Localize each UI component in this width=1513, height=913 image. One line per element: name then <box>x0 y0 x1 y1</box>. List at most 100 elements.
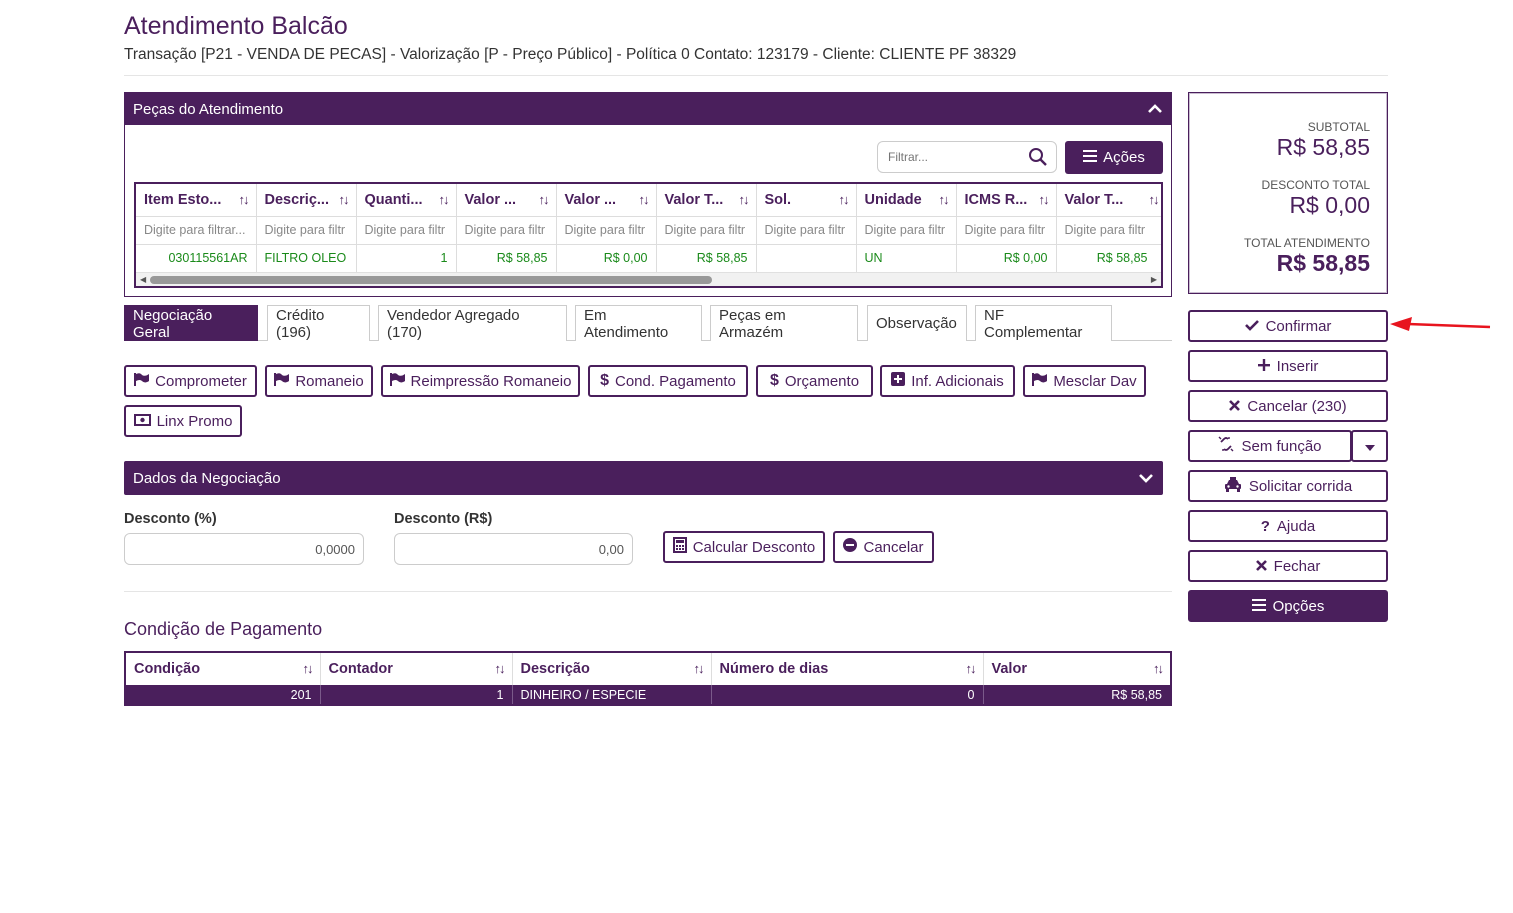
dados-negociacao-header[interactable]: Dados da Negociação <box>124 461 1163 495</box>
flag-icon <box>1032 372 1048 390</box>
chevron-down-icon[interactable] <box>1138 470 1154 486</box>
table-cell: R$ 58,85 <box>983 685 1170 704</box>
reimpressao-romaneio-button[interactable]: Reimpressão Romaneio <box>381 365 580 397</box>
sem-funcao-button[interactable]: Sem função <box>1188 430 1352 462</box>
orcamento-button[interactable]: $ Orçamento <box>756 365 873 397</box>
fechar-button[interactable]: Fechar <box>1188 550 1388 582</box>
column-filter-input[interactable]: Digite para filtr <box>656 216 757 245</box>
cancelar-desconto-button[interactable]: Cancelar <box>833 531 934 563</box>
plus-icon <box>1257 358 1270 375</box>
column-header[interactable]: Descriç... ↑↓ <box>256 184 357 217</box>
column-header[interactable]: Contador ↑↓ <box>320 653 513 685</box>
filter-field[interactable] <box>877 141 1057 173</box>
sort-icon[interactable]: ↑↓ <box>303 661 314 676</box>
sort-icon[interactable]: ↑↓ <box>739 192 750 207</box>
column-filter-input[interactable]: Digite para filtr <box>356 216 457 245</box>
column-filter-input[interactable]: Digite para filtr <box>1056 216 1161 245</box>
tab-vendedor-agregado[interactable]: Vendedor Agregado (170) <box>378 305 567 341</box>
column-filter-input[interactable]: Digite para filtr <box>856 216 957 245</box>
scroll-left-icon[interactable]: ◀ <box>140 275 146 284</box>
sort-icon[interactable]: ↑↓ <box>239 192 250 207</box>
column-header[interactable]: ICMS R... ↑↓ <box>956 184 1057 217</box>
column-header[interactable]: Condição ↑↓ <box>126 653 321 685</box>
sort-icon[interactable]: ↑↓ <box>1039 192 1050 207</box>
sem-funcao-dropdown-toggle[interactable] <box>1351 430 1388 462</box>
solicitar-corrida-button[interactable]: Solicitar corrida <box>1188 470 1388 502</box>
sort-icon[interactable]: ↑↓ <box>339 192 350 207</box>
column-header[interactable]: Unidade ↑↓ <box>856 184 957 217</box>
opcoes-button[interactable]: Opções <box>1188 590 1388 622</box>
confirmar-label: Confirmar <box>1265 317 1332 335</box>
desconto-pct-input[interactable] <box>124 533 364 565</box>
search-icon[interactable] <box>1028 147 1048 172</box>
plus-square-icon <box>891 372 906 390</box>
column-header[interactable]: Valor ↑↓ <box>983 653 1170 685</box>
sort-icon[interactable]: ↑↓ <box>839 192 850 207</box>
sort-icon[interactable]: ↑↓ <box>639 192 650 207</box>
table-row[interactable]: 030115561AR FILTRO OLEO 1 R$ 58,85 R$ 0,… <box>136 244 1161 272</box>
column-filter-input[interactable]: Digite para filtr <box>456 216 557 245</box>
desconto-rs-input[interactable] <box>394 533 633 565</box>
sort-icon[interactable]: ↑↓ <box>495 661 506 676</box>
close-icon <box>1255 558 1267 575</box>
tab-negociacao-geral[interactable]: Negociação Geral <box>124 305 258 341</box>
tab-credito[interactable]: Crédito (196) <box>267 305 370 341</box>
confirmar-button[interactable]: Confirmar <box>1188 310 1388 342</box>
pecas-panel-header[interactable]: Peças do Atendimento <box>125 93 1171 125</box>
dados-negociacao-title: Dados da Negociação <box>133 469 281 487</box>
scrollbar-thumb[interactable] <box>150 276 712 284</box>
flag-icon <box>134 372 150 390</box>
inserir-button[interactable]: Inserir <box>1188 350 1388 382</box>
column-header[interactable]: Número de dias ↑↓ <box>711 653 984 685</box>
inf-adicionais-button[interactable]: Inf. Adicionais <box>880 365 1015 397</box>
column-header[interactable]: Sol. ↑↓ <box>756 184 857 217</box>
column-header[interactable]: Valor ... ↑↓ <box>456 184 557 217</box>
mesclar-dav-button[interactable]: Mesclar Dav <box>1023 365 1146 397</box>
column-header[interactable]: Valor ... ↑↓ <box>556 184 657 217</box>
cancelar-button[interactable]: Cancelar (230) <box>1188 390 1388 422</box>
money-icon <box>133 413 151 430</box>
comprometer-button[interactable]: Comprometer <box>124 365 257 397</box>
sort-icon[interactable]: ↑↓ <box>694 661 705 676</box>
subtotal-label: SUBTOTAL <box>1307 120 1370 134</box>
column-header[interactable]: Valor T... ↑↓ <box>656 184 757 217</box>
romaneio-button[interactable]: Romaneio <box>265 365 373 397</box>
sort-icon[interactable]: ↑↓ <box>439 192 450 207</box>
column-header[interactable]: Valor T... ↑↓ <box>1056 184 1161 217</box>
table-cell: 1 <box>320 685 513 704</box>
column-filter-input[interactable]: Digite para filtr <box>256 216 357 245</box>
column-filter-input[interactable]: Digite para filtr <box>556 216 657 245</box>
sort-icon[interactable]: ↑↓ <box>1149 192 1160 207</box>
ajuda-button[interactable]: ? Ajuda <box>1188 510 1388 542</box>
column-filter-input[interactable]: Digite para filtr <box>956 216 1057 245</box>
chevron-up-icon[interactable] <box>1147 101 1163 117</box>
dollar-icon: $ <box>600 372 609 389</box>
tab-em-atendimento[interactable]: Em Atendimento <box>575 305 702 341</box>
sort-icon[interactable]: ↑↓ <box>966 661 977 676</box>
column-header[interactable]: Quanti... ↑↓ <box>356 184 457 217</box>
tab-pecas-armazem[interactable]: Peças em Armazém <box>710 305 858 341</box>
tab-nf-complementar[interactable]: NF Complementar <box>975 305 1112 341</box>
sort-icon[interactable]: ↑↓ <box>939 192 950 207</box>
comprometer-label: Comprometer <box>155 372 247 390</box>
orcamento-label: Orçamento <box>784 372 860 390</box>
column-filter-input[interactable]: Digite para filtr <box>756 216 857 245</box>
table-row[interactable]: 201 1 DINHEIRO / ESPECIE 0 R$ 58,85 <box>126 685 1170 704</box>
acoes-button[interactable]: Ações <box>1065 141 1163 174</box>
column-header[interactable]: Item Esto... ↑↓ <box>136 184 257 217</box>
horizontal-scrollbar[interactable]: ◀ ▶ <box>136 272 1161 286</box>
scroll-right-icon[interactable]: ▶ <box>1151 275 1157 284</box>
linx-promo-button[interactable]: Linx Promo <box>124 405 242 437</box>
flag-icon <box>274 372 290 390</box>
divider <box>124 75 1388 76</box>
column-filter-input[interactable]: Digite para filtrar... <box>136 216 257 245</box>
filter-input[interactable] <box>886 143 1026 171</box>
tab-observacao[interactable]: Observação <box>867 305 967 341</box>
inserir-label: Inserir <box>1276 357 1319 375</box>
cond-pagamento-button[interactable]: $ Cond. Pagamento <box>588 365 748 397</box>
calcular-desconto-button[interactable]: Calcular Desconto <box>663 531 825 563</box>
sort-icon[interactable]: ↑↓ <box>539 192 550 207</box>
column-header[interactable]: Descrição ↑↓ <box>512 653 712 685</box>
subtotal-value: R$ 58,85 <box>1276 134 1370 160</box>
sort-icon[interactable]: ↑↓ <box>1153 661 1164 676</box>
